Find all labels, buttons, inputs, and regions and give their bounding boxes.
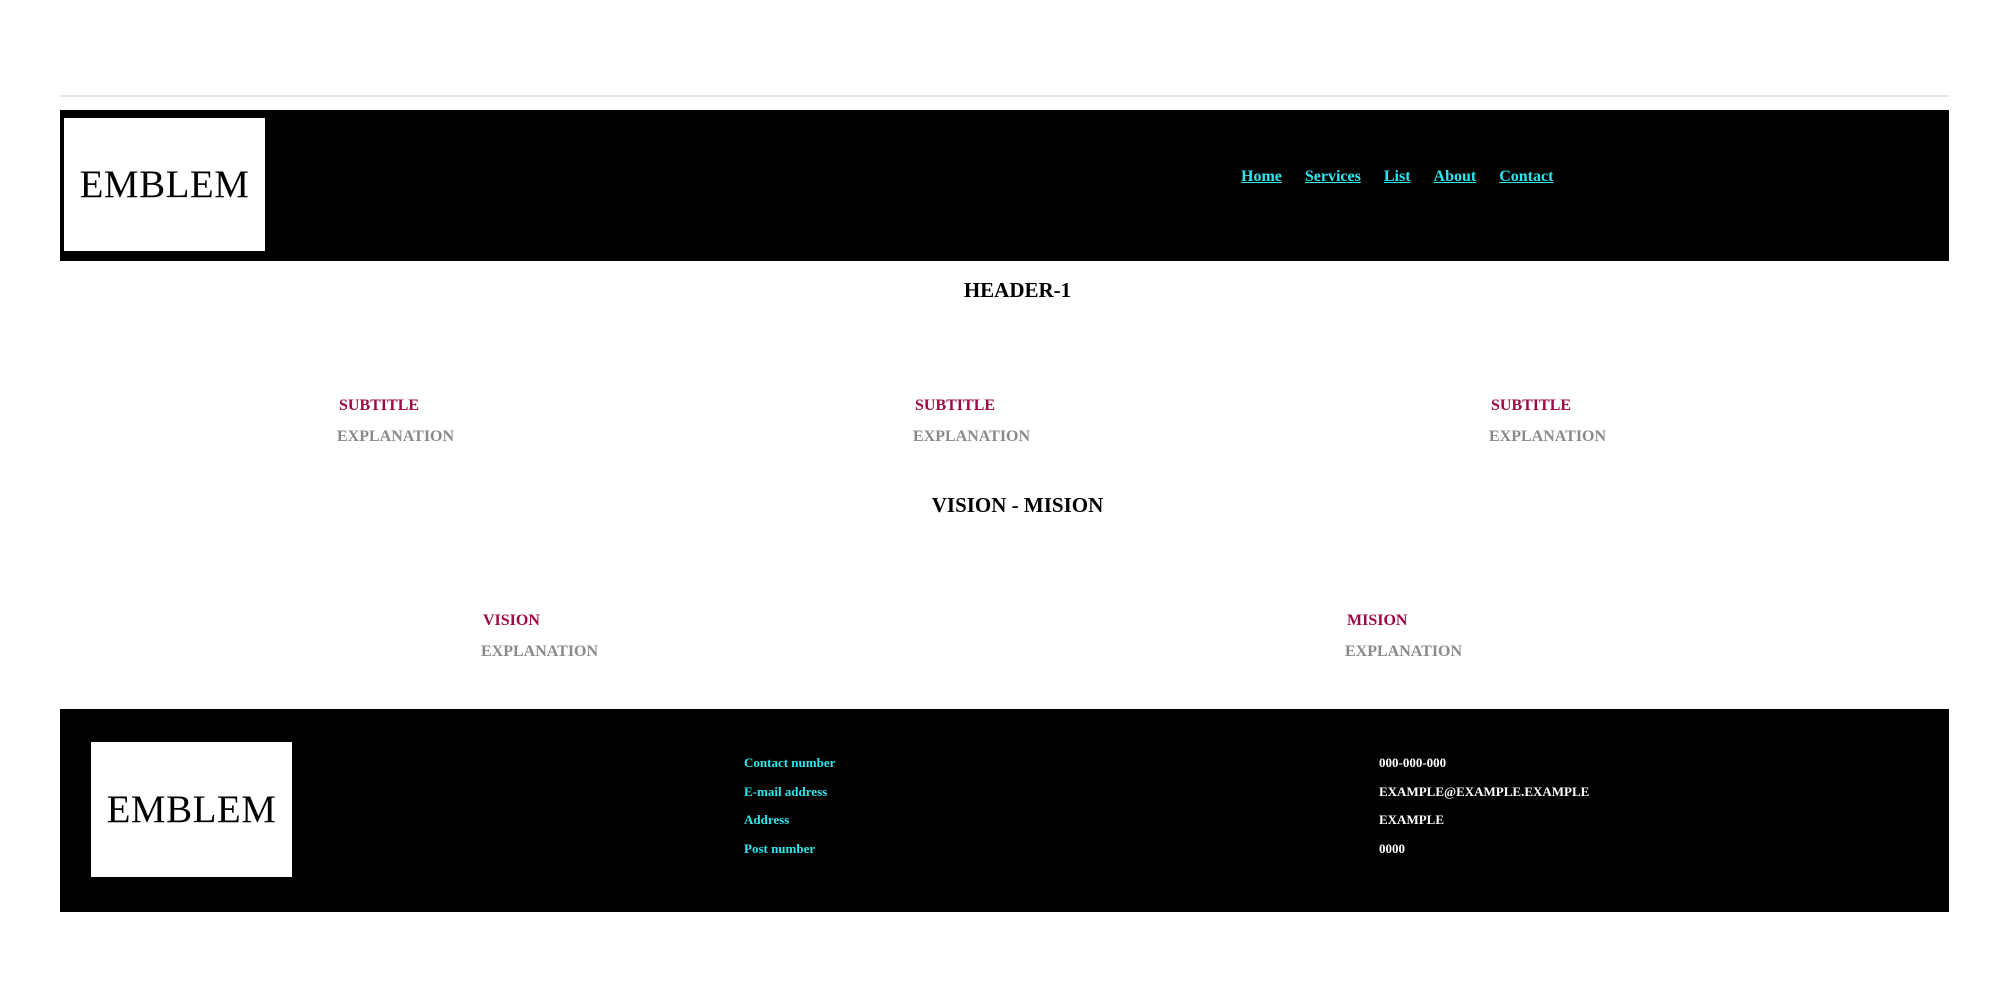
feature-explanation: EXPLANATION [337, 428, 455, 445]
feature-item: SUBTITLE EXPLANATION [913, 397, 1030, 446]
nav-link-list[interactable]: List [1384, 168, 1411, 186]
feature-item: SUBTITLE EXPLANATION [1489, 397, 1606, 446]
nav-link-home[interactable]: Home [1241, 168, 1282, 186]
post-number-label: Post number [744, 840, 816, 856]
top-divider [60, 95, 1949, 97]
vision-explanation: EXPLANATION [481, 643, 599, 660]
address-value: EXAMPLE [1379, 812, 1444, 827]
nav-link-contact[interactable]: Contact [1499, 168, 1553, 186]
section-heading-header-1: HEADER-1 [963, 278, 1072, 302]
nav-link-services[interactable]: Services [1305, 168, 1361, 186]
email-address-value: EXAMPLE@EXAMPLE.EXAMPLE [1379, 783, 1590, 799]
mision-subtitle: MISION [1347, 612, 1408, 629]
vision-subtitle: VISION [483, 612, 540, 629]
footer-logo: EMBLEM [91, 742, 292, 877]
site-footer: EMBLEM Contact number E-mail address Add… [60, 709, 1949, 912]
contact-number-label: Contact number [744, 755, 836, 770]
feature-subtitle: SUBTITLE [1491, 397, 1572, 414]
address-label: Address [744, 812, 790, 827]
feature-item: SUBTITLE EXPLANATION [337, 397, 454, 446]
feature-explanation: EXPLANATION [1489, 428, 1607, 445]
email-address-label: E-mail address [744, 783, 828, 799]
vision-block: VISION EXPLANATION [481, 612, 598, 661]
contact-values: 000-000-000 EXAMPLE@EXAMPLE.EXAMPLE EXAM… [1379, 755, 1589, 869]
post-number-value: 0000 [1379, 840, 1405, 856]
section-heading-vision-mision: VISION - MISION [931, 493, 1104, 517]
feature-subtitle: SUBTITLE [915, 397, 996, 414]
contact-number-value: 000-000-000 [1379, 755, 1447, 770]
main-nav: Home Services List About Contact [1241, 168, 1553, 186]
contact-labels: Contact number E-mail address Address Po… [744, 755, 835, 869]
mision-explanation: EXPLANATION [1345, 643, 1463, 660]
site-header: EMBLEM Home Services List About Contact [60, 110, 1949, 261]
feature-explanation: EXPLANATION [913, 428, 1031, 445]
feature-subtitle: SUBTITLE [339, 397, 420, 414]
mision-block: MISION EXPLANATION [1345, 612, 1462, 661]
nav-link-about[interactable]: About [1434, 168, 1477, 186]
header-logo[interactable]: EMBLEM [64, 118, 265, 251]
